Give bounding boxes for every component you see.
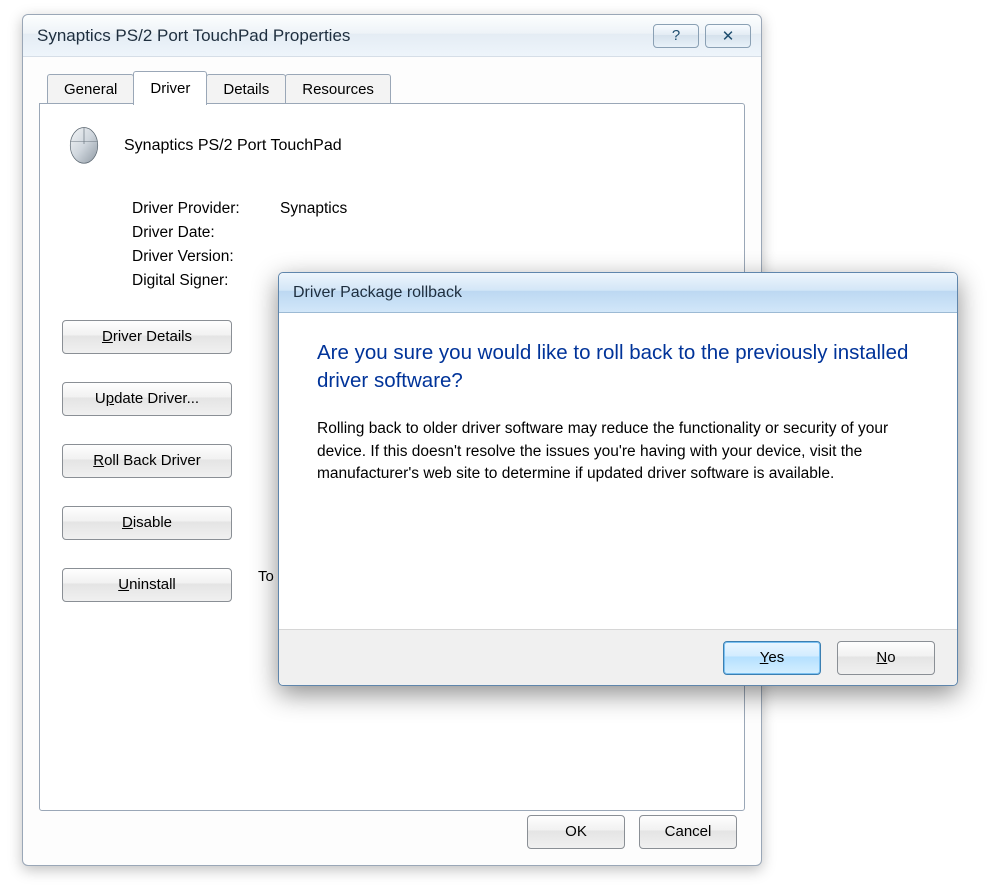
driver-date-label: Driver Date: — [132, 224, 280, 242]
driver-provider-label: Driver Provider: — [132, 200, 280, 218]
dialog-content: Rolling back to older driver software ma… — [317, 418, 923, 485]
driver-details-button[interactable]: Driver Details — [62, 320, 232, 354]
driver-version-label: Driver Version: — [132, 248, 280, 266]
ok-button[interactable]: OK — [527, 815, 625, 849]
dialog-footer: Yes No — [279, 629, 957, 685]
button-label: Update Driver... — [95, 390, 199, 407]
cancel-button[interactable]: Cancel — [639, 815, 737, 849]
dialog-main-instruction: Are you sure you would like to roll back… — [317, 339, 923, 394]
tab-strip: General Driver Details Resources — [39, 67, 745, 103]
device-name: Synaptics PS/2 Port TouchPad — [124, 137, 342, 155]
dialog-body: Are you sure you would like to roll back… — [279, 313, 957, 500]
dialog-titlebar: Driver Package rollback — [279, 273, 957, 313]
close-button[interactable]: ✕ — [705, 24, 751, 48]
tab-driver[interactable]: Driver — [133, 71, 207, 105]
disable-button[interactable]: Disable — [62, 506, 232, 540]
button-label: Roll Back Driver — [93, 452, 201, 469]
properties-footer: OK Cancel — [527, 815, 737, 849]
dialog-title: Driver Package rollback — [293, 284, 462, 302]
mouse-icon — [62, 122, 106, 170]
rollback-dialog: Driver Package rollback Are you sure you… — [278, 272, 958, 686]
update-driver-button[interactable]: Update Driver... — [62, 382, 232, 416]
digital-signer-label: Digital Signer: — [132, 272, 280, 290]
uninstall-button[interactable]: Uninstall — [62, 568, 232, 602]
device-header: Synaptics PS/2 Port TouchPad — [62, 122, 726, 170]
tab-details[interactable]: Details — [206, 74, 286, 104]
button-label: Uninstall — [118, 576, 176, 593]
properties-titlebar: Synaptics PS/2 Port TouchPad Properties … — [23, 15, 761, 57]
button-label: Yes — [760, 649, 784, 666]
button-label: No — [876, 649, 895, 666]
close-icon: ✕ — [722, 27, 735, 45]
roll-back-driver-button[interactable]: Roll Back Driver — [62, 444, 232, 478]
window-title: Synaptics PS/2 Port TouchPad Properties — [37, 26, 350, 46]
help-icon: ? — [672, 27, 680, 44]
button-label: Disable — [122, 514, 172, 531]
tab-general[interactable]: General — [47, 74, 134, 104]
yes-button[interactable]: Yes — [723, 641, 821, 675]
help-button[interactable]: ? — [653, 24, 699, 48]
no-button[interactable]: No — [837, 641, 935, 675]
driver-provider-value: Synaptics — [280, 200, 347, 218]
button-label: Driver Details — [102, 328, 192, 345]
tab-resources[interactable]: Resources — [285, 74, 391, 104]
